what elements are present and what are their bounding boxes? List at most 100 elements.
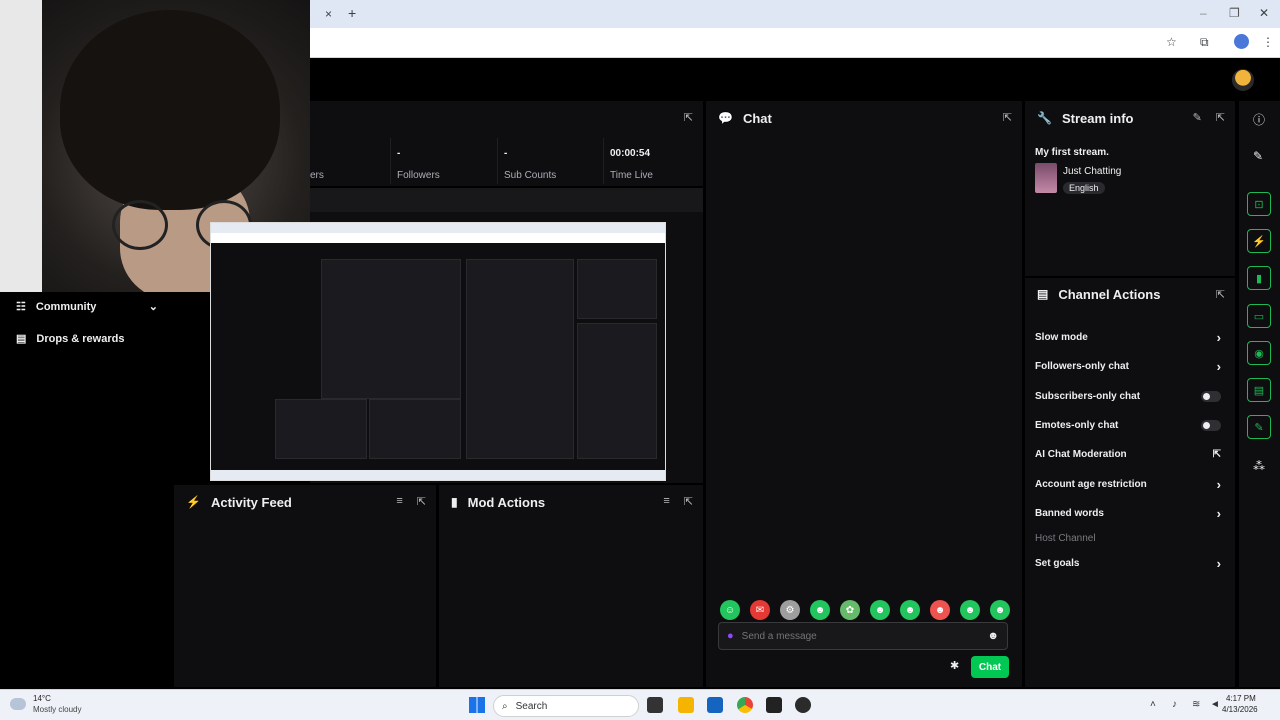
action-slow-mode[interactable]: Slow mode › bbox=[1035, 327, 1221, 347]
chat-bubble-icon: 💬 bbox=[718, 111, 733, 125]
taskbar-search[interactable]: ⌕ Search bbox=[493, 695, 639, 717]
more-actions-icon[interactable]: ⁂ bbox=[1253, 459, 1265, 473]
action-ai-moderation[interactable]: AI Chat Moderation ⇱ bbox=[1035, 444, 1221, 464]
windows-start-icon[interactable] bbox=[469, 697, 485, 713]
mini-address-bar bbox=[211, 233, 665, 243]
obs-icon[interactable] bbox=[795, 697, 811, 713]
maximize-button[interactable]: ❐ bbox=[1229, 6, 1240, 20]
emotes-only-toggle[interactable] bbox=[1201, 419, 1221, 431]
emote-icon[interactable]: ☻ bbox=[990, 600, 1010, 620]
stat-label: Time Live bbox=[610, 170, 653, 181]
chrome-icon[interactable] bbox=[737, 697, 753, 713]
drops-icon: ▤ bbox=[16, 333, 27, 345]
broadcast-icon[interactable]: ◉ bbox=[1247, 341, 1271, 365]
microphone-icon[interactable]: ♪ bbox=[1172, 699, 1177, 710]
stat-value: 00:00:54 bbox=[610, 148, 651, 159]
chat-bubble-icon[interactable]: ▭ bbox=[1247, 304, 1271, 328]
wifi-icon[interactable]: ≋ bbox=[1192, 699, 1200, 710]
volume-icon[interactable]: ◄ bbox=[1210, 699, 1220, 710]
minimize-button[interactable]: – bbox=[1200, 6, 1207, 20]
chat-message-input[interactable] bbox=[741, 630, 988, 642]
file-explorer-icon[interactable] bbox=[678, 697, 694, 713]
browser-menu-icon[interactable]: ⋮ bbox=[1262, 35, 1274, 49]
chevron-down-icon: ⌄ bbox=[148, 301, 158, 313]
emote-icon[interactable]: ☻ bbox=[810, 600, 830, 620]
clipboard-icon[interactable]: ▮ bbox=[1247, 266, 1271, 290]
dashboard-top-nav bbox=[310, 58, 1280, 100]
filter-icon[interactable]: ≡ bbox=[663, 495, 669, 508]
clock-date[interactable]: 4/13/2026 bbox=[1222, 705, 1258, 714]
info-icon[interactable]: ⓘ bbox=[1253, 111, 1265, 128]
tab-close-icon[interactable]: × bbox=[325, 7, 332, 21]
emote-icon[interactable]: ☻ bbox=[900, 600, 920, 620]
store-icon[interactable] bbox=[707, 697, 723, 713]
sidebar-item-label: Community bbox=[35, 300, 97, 313]
right-quick-actions-rail: ⓘ ✎ ⊡ ⚡ ▮ ▭ ◉ ▤ ✎ ⁂ bbox=[1239, 101, 1280, 687]
sidebar-item-drops[interactable]: ▤ Drops & rewards bbox=[16, 332, 125, 346]
emote-icon[interactable]: ☻ bbox=[960, 600, 980, 620]
edit-icon[interactable]: ✎ bbox=[1193, 111, 1202, 124]
chat-send-button[interactable]: Chat bbox=[971, 656, 1009, 678]
tray-chevron-icon[interactable]: ˄ bbox=[1150, 699, 1156, 710]
mini-mod-actions bbox=[369, 399, 461, 459]
emote-row: ☺ ✉ ⚙ ☻ ✿ ☻ ☻ ☻ ☻ ☻ bbox=[720, 600, 1010, 620]
new-tab-button[interactable]: + bbox=[348, 6, 356, 20]
stat-time-live: 00:00:54 Time Live bbox=[603, 138, 708, 184]
left-sidebar: ☷ Community ⌄ ▤ Drops & rewards bbox=[0, 292, 173, 687]
action-label: Followers-only chat bbox=[1035, 360, 1129, 372]
bookmark-star-icon[interactable]: ☆ bbox=[1166, 35, 1177, 49]
popout-icon[interactable]: ⇱ bbox=[417, 495, 426, 508]
popout-icon[interactable]: ⇱ bbox=[684, 111, 693, 124]
stat-followers: - Followers bbox=[390, 138, 495, 184]
popout-icon[interactable]: ⇱ bbox=[1003, 111, 1012, 124]
emoji-picker-icon[interactable]: ☻ bbox=[987, 630, 999, 642]
emote-icon[interactable]: ☻ bbox=[930, 600, 950, 620]
action-set-goals[interactable]: Set goals › bbox=[1035, 553, 1221, 573]
clock-time[interactable]: 4:17 PM bbox=[1226, 694, 1256, 703]
action-account-age[interactable]: Account age restriction › bbox=[1035, 474, 1221, 494]
channel-icon[interactable]: ▤ bbox=[1247, 378, 1271, 402]
edit-icon[interactable]: ✎ bbox=[1253, 149, 1263, 163]
emote-icon[interactable]: ✿ bbox=[840, 600, 860, 620]
popout-icon[interactable]: ⇱ bbox=[1216, 111, 1225, 124]
action-label: Slow mode bbox=[1035, 331, 1088, 343]
filter-icon[interactable]: ≡ bbox=[396, 495, 402, 508]
task-view-icon[interactable] bbox=[647, 697, 663, 713]
close-window-button[interactable]: ✕ bbox=[1259, 6, 1269, 20]
mod-actions-panel: ▮ Mod Actions ≡ ⇱ bbox=[439, 485, 703, 687]
clip-icon[interactable]: ⊡ bbox=[1247, 192, 1271, 216]
emote-icon[interactable]: ✉ bbox=[750, 600, 770, 620]
user-avatar[interactable] bbox=[1232, 69, 1254, 91]
profile-avatar[interactable] bbox=[1234, 34, 1249, 49]
chat-panel: 💬 Chat ⇱ ☺ ✉ ⚙ ☻ ✿ ☻ ☻ ☻ ☻ ☻ ● ☻ ✱ Chat bbox=[706, 101, 1022, 687]
popout-icon[interactable]: ⇱ bbox=[1216, 288, 1225, 301]
emote-icon[interactable]: ☻ bbox=[870, 600, 890, 620]
action-label: AI Chat Moderation bbox=[1035, 448, 1127, 460]
stat-value: - bbox=[504, 148, 508, 159]
panel-header: ▤ Channel Actions bbox=[1025, 278, 1235, 310]
panel-header: 💬 Chat bbox=[706, 101, 1022, 135]
action-banned-words[interactable]: Banned words › bbox=[1035, 503, 1221, 523]
sidebar-item-label: Drops & rewards bbox=[36, 332, 125, 345]
chat-settings-icon[interactable]: ✱ bbox=[950, 659, 959, 672]
chat-input-box[interactable]: ● ☻ bbox=[718, 622, 1008, 650]
panel-title: Mod Actions bbox=[467, 494, 546, 510]
panel-tools: ≡ ⇱ bbox=[663, 495, 693, 508]
sidebar-item-community[interactable]: ☷ Community ⌄ bbox=[16, 300, 158, 314]
chevron-right-icon: › bbox=[1216, 329, 1221, 345]
wrench-icon[interactable]: ✎ bbox=[1247, 415, 1271, 439]
action-followers-only[interactable]: Followers-only chat › bbox=[1035, 356, 1221, 376]
subscribers-only-toggle[interactable] bbox=[1201, 390, 1221, 402]
action-subscribers-only: Subscribers-only chat bbox=[1035, 386, 1221, 406]
emote-icon[interactable]: ⚙ bbox=[780, 600, 800, 620]
app-icon[interactable] bbox=[766, 697, 782, 713]
action-label: Host Channel bbox=[1035, 532, 1096, 544]
mini-channel-actions bbox=[577, 323, 657, 459]
stream-category[interactable]: Just Chatting bbox=[1063, 166, 1121, 177]
lightning-icon[interactable]: ⚡ bbox=[1247, 229, 1271, 253]
emote-icon[interactable]: ☺ bbox=[720, 600, 740, 620]
extensions-icon[interactable]: ⧉ bbox=[1200, 35, 1209, 49]
microphone-icon[interactable]: ● bbox=[727, 630, 734, 642]
popout-icon[interactable]: ⇱ bbox=[684, 495, 693, 508]
weather-desc: Mostly cloudy bbox=[33, 705, 82, 714]
